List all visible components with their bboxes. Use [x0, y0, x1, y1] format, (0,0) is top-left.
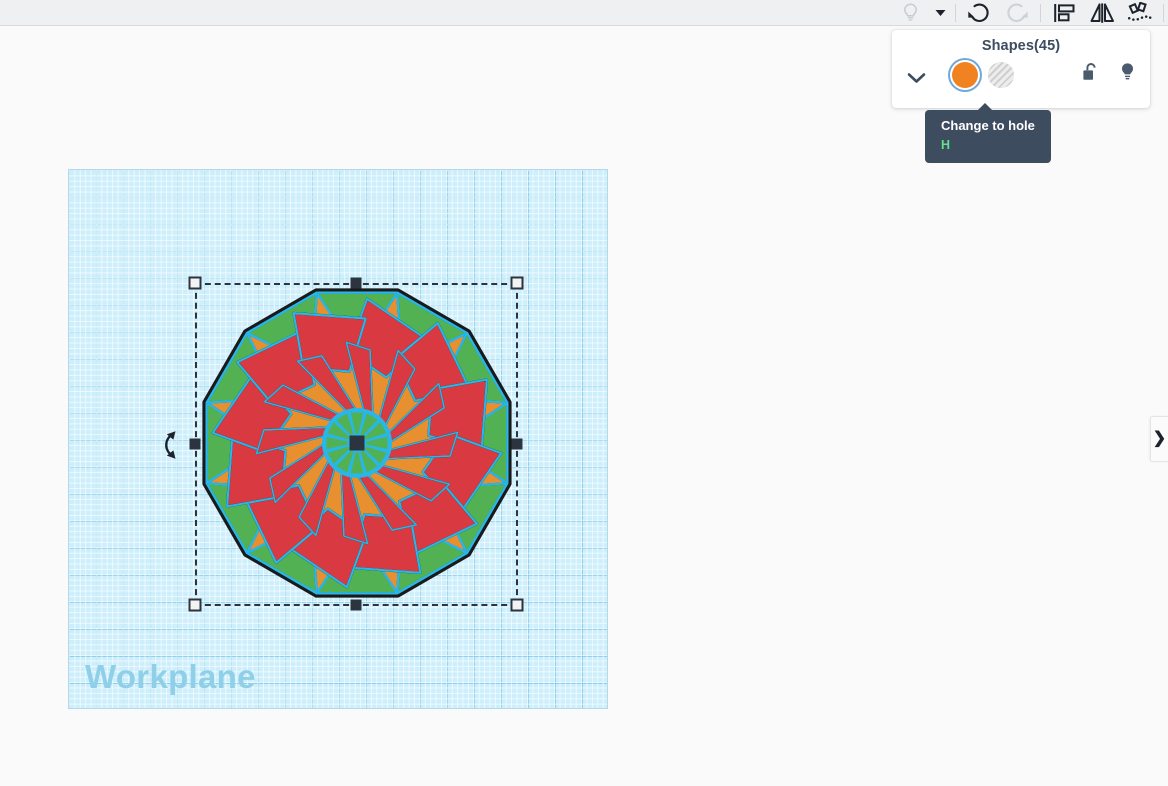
align-icon — [1054, 3, 1075, 22]
shapes-panel: Shapes(45) — [892, 30, 1150, 108]
toolbar-divider-3 — [1163, 3, 1164, 22]
redo-button[interactable] — [998, 0, 1036, 26]
dropdown-caret[interactable] — [929, 0, 951, 26]
scale-handle-top-right[interactable] — [510, 276, 524, 290]
lock-button[interactable] — [1082, 62, 1099, 82]
shapes-panel-actions — [1082, 62, 1136, 82]
solid-swatch[interactable] — [952, 62, 978, 88]
top-toolbar — [0, 0, 1168, 26]
duplicate-button[interactable] — [1121, 0, 1159, 26]
lightbulb-icon — [1122, 63, 1133, 80]
shapes-panel-collapse-button[interactable] — [902, 64, 930, 92]
rotate-icon — [165, 431, 176, 459]
toolbar-group-transform — [1045, 0, 1159, 26]
tooltip-title: Change to hole — [941, 118, 1035, 133]
shapes-panel-swatches — [952, 62, 1014, 88]
chevron-right-icon: ❯ — [1152, 430, 1167, 447]
redo-icon — [1007, 3, 1028, 22]
right-panel-expand-tab[interactable]: ❯ — [1150, 416, 1168, 462]
undo-button[interactable] — [960, 0, 998, 26]
highlight-button[interactable] — [1119, 62, 1136, 82]
rotate-handle[interactable] — [155, 428, 187, 462]
scale-handle-middle-right[interactable] — [511, 438, 523, 450]
toolbar-divider-2 — [1040, 3, 1041, 22]
toolbar-group-history — [960, 0, 1036, 26]
scale-handle-top-left[interactable] — [188, 276, 202, 290]
mirror-button[interactable] — [1083, 0, 1121, 26]
align-button[interactable] — [1045, 0, 1083, 26]
tooltip-shortcut: H — [941, 138, 951, 152]
unlock-icon — [1083, 63, 1096, 80]
undo-icon — [968, 3, 989, 22]
workplane-grid[interactable]: Workplane — [69, 170, 607, 708]
scale-handle-bottom-left[interactable] — [188, 598, 202, 612]
workplane-label: Workplane — [85, 658, 256, 695]
tinkercad-editor: Workplane Shapes(45) Change to hole H ❯ — [0, 0, 1168, 786]
chevron-down-icon — [935, 9, 945, 16]
tooltip-change-to-hole: Change to hole H — [925, 103, 1051, 163]
mirror-icon — [1090, 2, 1114, 23]
scale-handle-bottom-right[interactable] — [510, 598, 524, 612]
lightbulb-toggle[interactable] — [891, 0, 929, 26]
lightbulb-icon — [903, 3, 917, 21]
duplicate-icon — [1127, 1, 1152, 21]
toolbar-group-light — [891, 0, 951, 26]
scale-handle-bottom-center[interactable] — [350, 599, 362, 611]
hole-swatch[interactable] — [988, 62, 1014, 88]
chevron-down-icon — [907, 73, 925, 83]
toolbar-divider-1 — [955, 3, 956, 22]
scale-handle-top-center[interactable] — [350, 277, 362, 289]
scale-handle-middle-left[interactable] — [189, 438, 201, 450]
shapes-panel-title: Shapes(45) — [981, 38, 1061, 54]
